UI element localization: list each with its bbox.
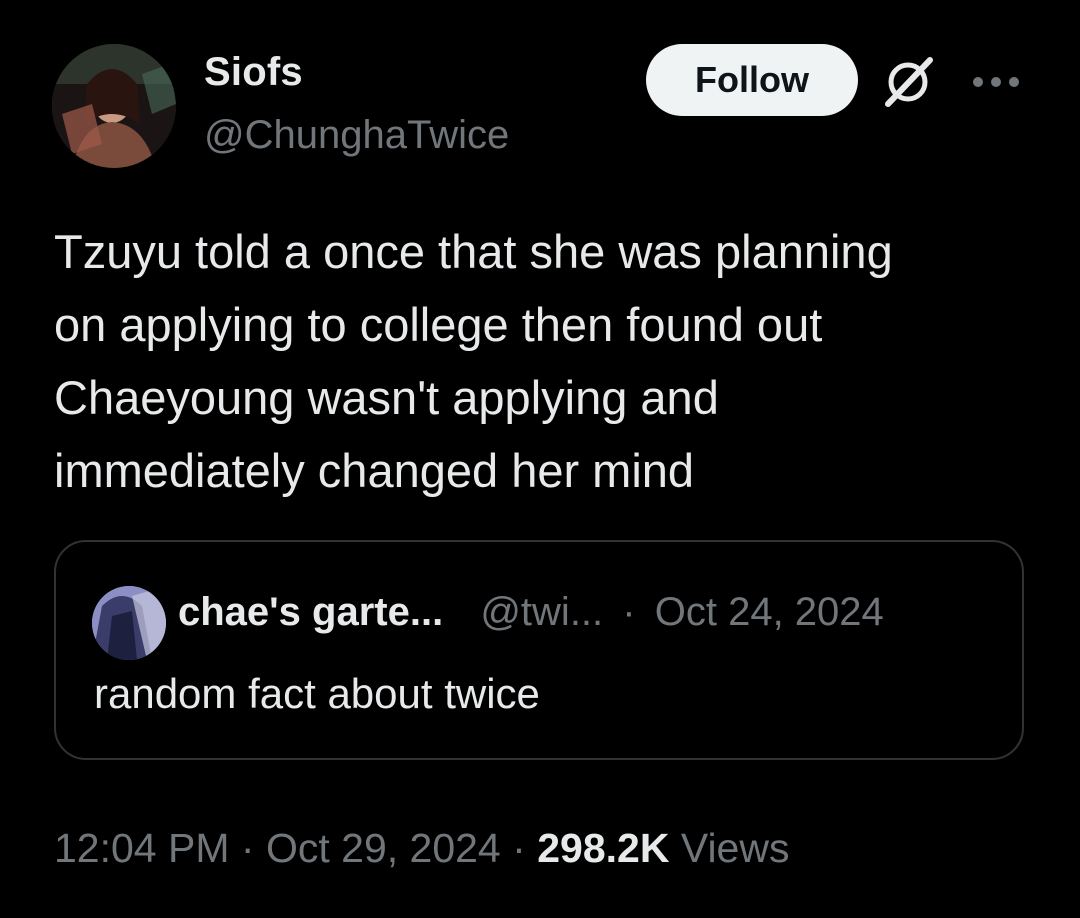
quote-handle: @twi...	[480, 590, 604, 634]
follow-button[interactable]: Follow	[646, 44, 858, 116]
tweet: Siofs @ChunghaTwice Follow Tzuyu told a …	[0, 0, 1080, 918]
avatar[interactable]	[52, 44, 176, 168]
tweet-date[interactable]: Oct 29, 2024	[266, 825, 501, 871]
quote-separator: ·	[622, 590, 636, 634]
avatar-image	[52, 44, 176, 168]
tweet-footer: 12:04 PM · Oct 29, 2024 · 298.2K Views	[54, 825, 789, 872]
quote-avatar	[92, 586, 166, 660]
handle[interactable]: @ChunghaTwice	[204, 113, 509, 158]
tweet-text: Tzuyu told a once that she was planning …	[54, 225, 893, 497]
footer-separator: ·	[512, 825, 526, 871]
views-count[interactable]: 298.2K	[537, 825, 669, 871]
quoted-tweet-card[interactable]: chae's garte... @twi... · Oct 24, 2024 r…	[54, 540, 1024, 760]
quote-author-name[interactable]: chae's garte...	[178, 590, 443, 634]
quote-header: chae's garte... @twi... · Oct 24, 2024	[178, 590, 884, 635]
views-label: Views	[680, 825, 790, 871]
footer-separator: ·	[240, 825, 255, 871]
grok-icon[interactable]	[880, 54, 936, 110]
tweet-time[interactable]: 12:04 PM	[54, 825, 230, 871]
quote-date: Oct 24, 2024	[654, 590, 884, 634]
more-icon[interactable]	[968, 62, 1024, 102]
quote-text: random fact about twice	[94, 670, 540, 717]
display-name[interactable]: Siofs	[204, 50, 303, 95]
